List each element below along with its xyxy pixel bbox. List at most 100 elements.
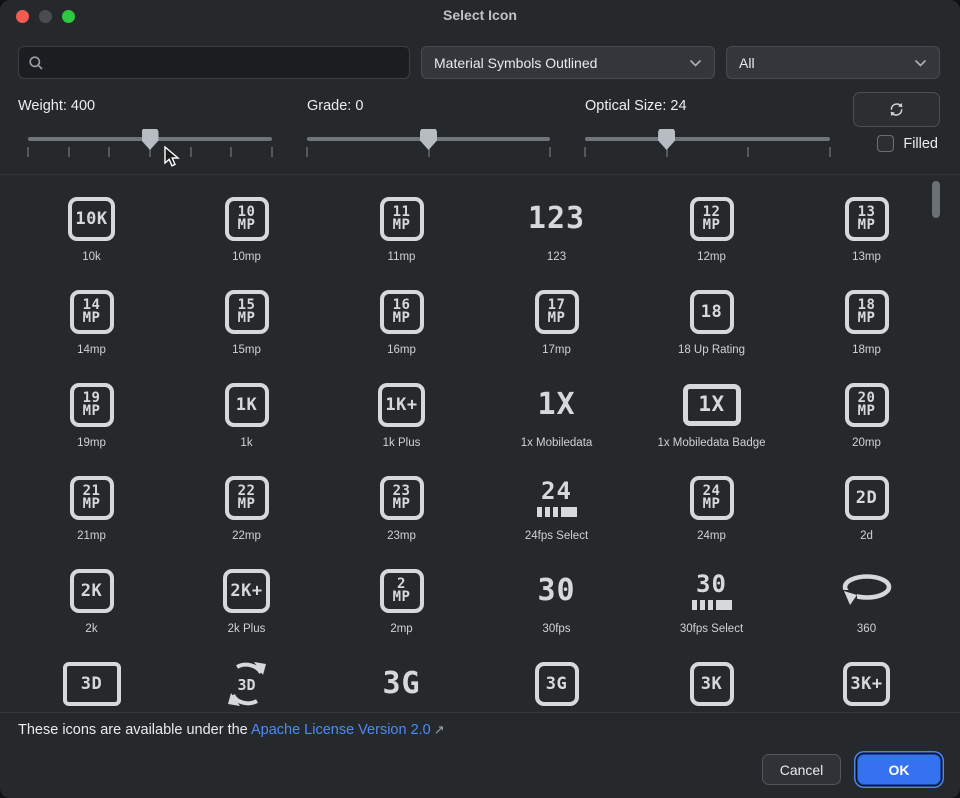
- reset-axes-button[interactable]: [853, 92, 940, 127]
- icon-cell-360[interactable]: 360: [789, 553, 944, 646]
- filled-checkbox[interactable]: [877, 135, 894, 152]
- select-icon-dialog: Select Icon Material Symbols Outlined Al…: [0, 0, 960, 798]
- icon-label: 15mp: [232, 344, 261, 356]
- icon-cell-24fps-select[interactable]: 24 24fps Select: [479, 460, 634, 553]
- variable-axis-controls: Weight: 400 Grade: 0 Optical Size: 24 Fi…: [18, 94, 940, 174]
- icon-cell-30fps[interactable]: 3030fps: [479, 553, 634, 646]
- icon-label: 18 Up Rating: [678, 344, 745, 356]
- icon-cell-1k[interactable]: 1K 1k: [169, 367, 324, 460]
- icon-label: 12mp: [697, 251, 726, 263]
- slider-handle[interactable]: [142, 129, 159, 150]
- optical-size-slider[interactable]: [585, 132, 830, 160]
- icon-cell-17mp[interactable]: 17MP17mp: [479, 274, 634, 367]
- icon-label: 14mp: [77, 344, 106, 356]
- icon-label: 24mp: [697, 530, 726, 542]
- icon-cell-2k-plus[interactable]: 2K+ 2k Plus: [169, 553, 324, 646]
- material-symbol-glyph: 1K: [225, 383, 269, 427]
- ok-button[interactable]: OK: [857, 754, 941, 785]
- material-symbol-glyph: 3G: [382, 669, 420, 699]
- grade-slider[interactable]: [307, 132, 550, 160]
- slider-tick: [108, 147, 110, 157]
- icon-cell-16mp[interactable]: 16MP16mp: [324, 274, 479, 367]
- license-notice: These icons are available under the Apac…: [18, 722, 445, 738]
- icon-label: 2k Plus: [228, 623, 266, 635]
- icon-cell-2d[interactable]: 2D2d: [789, 460, 944, 553]
- slider-tick: [829, 147, 831, 157]
- icon-label: 16mp: [387, 344, 416, 356]
- weight-slider[interactable]: [28, 132, 272, 160]
- search-field[interactable]: [18, 46, 410, 79]
- chevron-down-icon: [914, 59, 927, 67]
- icon-label: 1k Plus: [383, 437, 421, 449]
- material-symbol-glyph: 3K+: [843, 662, 889, 706]
- icon-cell-10k[interactable]: 10K10k: [14, 181, 169, 274]
- material-symbol-glyph: 24: [537, 479, 577, 517]
- material-symbol-glyph: 10K: [68, 197, 114, 241]
- material-symbol-glyph: 17MP: [535, 290, 579, 334]
- material-symbol-glyph: 13MP: [845, 197, 889, 241]
- font-family-select[interactable]: Material Symbols Outlined: [421, 46, 715, 79]
- slider-tick: [27, 147, 29, 157]
- apache-license-link[interactable]: Apache License Version 2.0: [251, 722, 431, 738]
- material-symbol-glyph: 12MP: [690, 197, 734, 241]
- optical-size-label: Optical Size: 24: [585, 98, 687, 114]
- icon-cell-3d[interactable]: 3D: [169, 646, 324, 709]
- icon-label: 1k: [240, 437, 252, 449]
- material-symbol-glyph: 10MP: [225, 197, 269, 241]
- vertical-scrollbar-thumb[interactable]: [932, 181, 940, 218]
- material-symbol-glyph: 2K+: [223, 569, 269, 613]
- icon-cell-21mp[interactable]: 21MP21mp: [14, 460, 169, 553]
- material-symbol-glyph: 3G: [535, 662, 579, 706]
- material-symbol-glyph: 20MP: [845, 383, 889, 427]
- icon-label: 13mp: [852, 251, 881, 263]
- icon-cell-11mp[interactable]: 11MP11mp: [324, 181, 479, 274]
- material-symbol-glyph: 1X: [683, 384, 741, 426]
- slider-track[interactable]: [585, 137, 830, 141]
- search-input[interactable]: [51, 54, 400, 72]
- icon-cell-22mp[interactable]: 22MP22mp: [169, 460, 324, 553]
- external-link-icon: ↗: [434, 722, 445, 737]
- icon-cell-3k[interactable]: 3K: [634, 646, 789, 709]
- icon-cell-18-up-rating[interactable]: 1818 Up Rating: [634, 274, 789, 367]
- icon-cell-12mp[interactable]: 12MP 12mp: [634, 181, 789, 274]
- icon-label: 24fps Select: [525, 530, 588, 542]
- category-select[interactable]: All: [726, 46, 940, 79]
- icon-label: 19mp: [77, 437, 106, 449]
- icon-cell-3g[interactable]: 3G: [324, 646, 479, 709]
- icon-label: 123: [547, 251, 566, 263]
- icon-cell-20mp[interactable]: 20MP20mp: [789, 367, 944, 460]
- icon-cell-13mp[interactable]: 13MP 13mp: [789, 181, 944, 274]
- icon-cell-1k-plus[interactable]: 1K+1k Plus: [324, 367, 479, 460]
- icon-cell-1x-mobiledata-badge[interactable]: 1X1x Mobiledata Badge: [634, 367, 789, 460]
- icon-label: 2mp: [390, 623, 412, 635]
- icon-cell-3d[interactable]: 3D: [14, 646, 169, 709]
- icon-cell-14mp[interactable]: 14MP14mp: [14, 274, 169, 367]
- icon-label: 30fps: [542, 623, 570, 635]
- icon-cell-1x-mobiledata[interactable]: 1X1x Mobiledata: [479, 367, 634, 460]
- icon-cell-23mp[interactable]: 23MP23mp: [324, 460, 479, 553]
- titlebar: Select Icon: [0, 0, 960, 32]
- slider-tick: [230, 147, 232, 157]
- icon-cell-19mp[interactable]: 19MP19mp: [14, 367, 169, 460]
- icon-cell-18mp[interactable]: 18MP18mp: [789, 274, 944, 367]
- icon-cell-10mp[interactable]: 10MP10mp: [169, 181, 324, 274]
- material-symbol-glyph: 1X: [537, 390, 575, 420]
- icon-cell-24mp[interactable]: 24MP24mp: [634, 460, 789, 553]
- cancel-button[interactable]: Cancel: [762, 754, 841, 785]
- icon-cell-30fps-select[interactable]: 3030fps Select: [634, 553, 789, 646]
- icon-cell-15mp[interactable]: 15MP15mp: [169, 274, 324, 367]
- icon-cell-123[interactable]: 123123: [479, 181, 634, 274]
- material-symbol-glyph: [841, 570, 893, 612]
- icon-cell-3k+[interactable]: 3K+: [789, 646, 944, 709]
- icon-cell-2mp[interactable]: 2MP2mp: [324, 553, 479, 646]
- search-icon: [28, 55, 44, 71]
- icon-label: 22mp: [232, 530, 261, 542]
- material-symbol-glyph: 11MP: [380, 197, 424, 241]
- slider-handle[interactable]: [658, 129, 675, 150]
- icon-cell-3g[interactable]: 3G: [479, 646, 634, 709]
- icon-label: 18mp: [852, 344, 881, 356]
- icon-cell-2k[interactable]: 2K2k: [14, 553, 169, 646]
- icon-grid: 10K10k10MP10mp11MP11mp123123 12MP 12mp 13MP…: [0, 175, 960, 709]
- grade-label: Grade: 0: [307, 98, 363, 114]
- slider-handle[interactable]: [420, 129, 437, 150]
